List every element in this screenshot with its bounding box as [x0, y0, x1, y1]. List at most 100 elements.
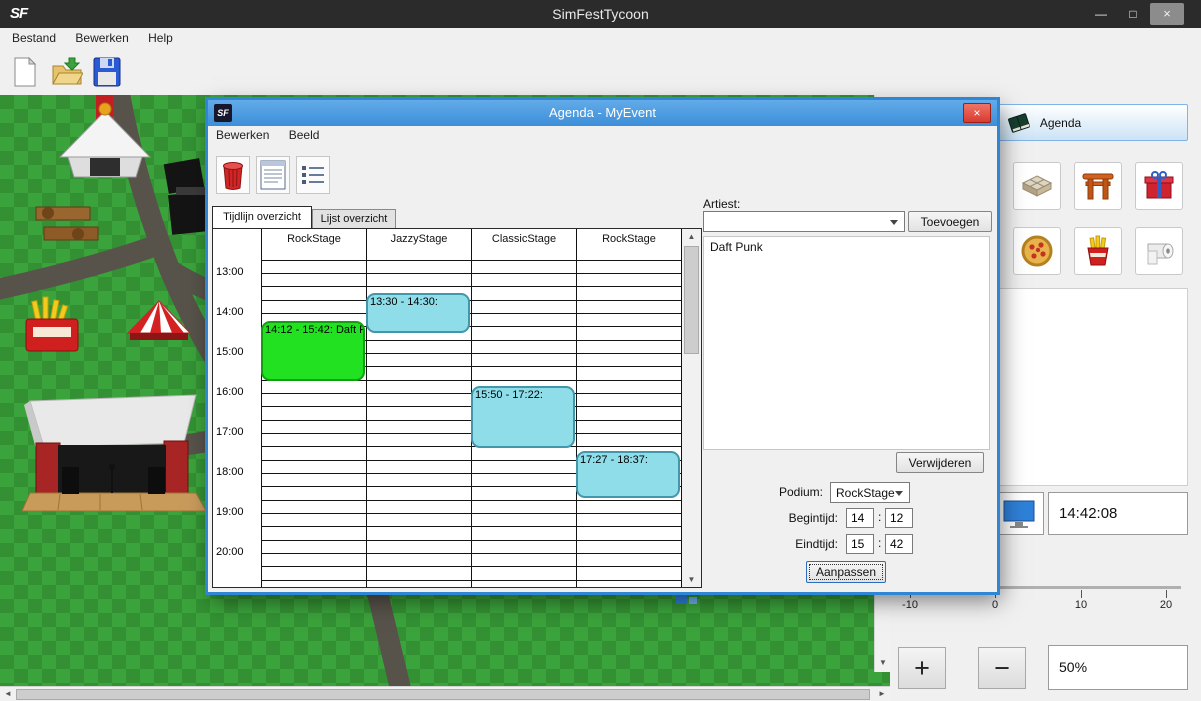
app-window: SF SimFestTycoon — □ × Bestand Bewerken …: [0, 0, 1201, 701]
time-label: 20:00: [216, 546, 260, 558]
schedule-widget: RockStage JazzyStage ClassicStage RockSt…: [212, 228, 702, 588]
scroll-up-icon[interactable]: ▲: [682, 232, 701, 241]
new-file-button[interactable]: [8, 53, 42, 91]
dialog-toolbar: [208, 146, 997, 204]
toolbar: [0, 50, 1201, 95]
floor-tiles-icon: [1020, 169, 1054, 203]
add-artist-button[interactable]: Toevoegen: [908, 211, 992, 232]
scroll-thumb[interactable]: [16, 689, 870, 700]
map-horizontal-scrollbar[interactable]: ◄ ►: [0, 686, 890, 701]
time-label: 15:00: [216, 346, 260, 358]
torii-gate-icon: [1081, 169, 1115, 203]
zoom-level-display: 50%: [1048, 645, 1188, 690]
dialog-menu-item-beeld[interactable]: Beeld: [281, 126, 328, 144]
column-divider: [576, 251, 577, 587]
delete-tool-button[interactable]: [216, 156, 250, 194]
zoom-in-button[interactable]: +: [898, 647, 946, 689]
time-label: 17:00: [216, 426, 260, 438]
app-title: SimFestTycoon: [0, 0, 1201, 28]
schedule-column-header: RockStage: [261, 229, 366, 251]
fries-icon: [1081, 234, 1115, 268]
agenda-label: Agenda: [1040, 116, 1081, 130]
artist-listbox[interactable]: Daft Punk: [703, 236, 990, 450]
menu-item-bestand[interactable]: Bestand: [4, 28, 64, 48]
item-button-pizza[interactable]: [1013, 227, 1061, 275]
new-file-icon: [12, 57, 38, 87]
schedule-event[interactable]: 14:12 - 15:42: Daft Punk: [261, 321, 365, 381]
zoom-out-button[interactable]: −: [978, 647, 1026, 689]
time-label: 14:00: [216, 306, 260, 318]
menu-item-help[interactable]: Help: [140, 28, 181, 48]
apply-button[interactable]: Aanpassen: [806, 561, 886, 583]
scroll-down-icon[interactable]: ▼: [682, 575, 701, 584]
trash-icon: [220, 159, 246, 191]
tab-lijst[interactable]: Lijst overzicht: [312, 209, 396, 228]
scroll-thumb[interactable]: [684, 246, 699, 354]
main-stage[interactable]: [22, 395, 206, 511]
podium-combobox[interactable]: RockStage: [830, 482, 910, 503]
end-minute-input[interactable]: [885, 534, 913, 554]
chevron-down-icon: [895, 491, 903, 496]
end-time-label: Eindtijd:: [756, 537, 838, 551]
timeline-view-button[interactable]: [256, 156, 290, 194]
schedule-column-header: JazzyStage: [366, 229, 471, 251]
clock-display: 14:42:08: [1048, 492, 1188, 535]
scroll-right-icon[interactable]: ►: [876, 687, 888, 701]
close-button[interactable]: ×: [1150, 3, 1184, 25]
open-folder-icon: [51, 57, 83, 87]
document-lines-icon: [260, 160, 286, 190]
open-file-button[interactable]: [48, 53, 86, 91]
monitor-box[interactable]: [994, 492, 1044, 535]
schedule-header: RockStage JazzyStage ClassicStage RockSt…: [261, 229, 681, 251]
dialog-menu-item-bewerken[interactable]: Bewerken: [208, 126, 277, 144]
slider-tick-label: 10: [1065, 599, 1097, 611]
save-icon: [93, 57, 121, 87]
begin-minute-input[interactable]: [885, 508, 913, 528]
time-colon: :: [878, 536, 881, 550]
artist-list-item[interactable]: Daft Punk: [704, 237, 989, 257]
tab-tijdlijn[interactable]: Tijdlijn overzicht: [212, 206, 312, 228]
end-hour-input[interactable]: [846, 534, 874, 554]
item-button-floor[interactable]: [1013, 162, 1061, 210]
schedule-event[interactable]: 17:27 - 18:37:: [576, 451, 680, 498]
menu-item-bewerken[interactable]: Bewerken: [67, 28, 136, 48]
agenda-book-icon: [1007, 111, 1031, 135]
schedule-column-header: ClassicStage: [471, 229, 576, 251]
list-view-button[interactable]: [296, 156, 330, 194]
dialog-menubar: Bewerken Beeld: [208, 126, 997, 146]
item-button-toilet-paper[interactable]: [1135, 227, 1183, 275]
time-label: 16:00: [216, 386, 260, 398]
slider-tick-label: 20: [1150, 599, 1182, 611]
time-colon: :: [878, 510, 881, 524]
scroll-down-icon[interactable]: ▼: [875, 656, 891, 670]
schedule-scrollbar[interactable]: ▲ ▼: [681, 229, 701, 587]
gift-icon: [1142, 169, 1176, 203]
schedule-column-header: RockStage: [576, 229, 681, 251]
maximize-button[interactable]: □: [1120, 5, 1146, 23]
minimize-button[interactable]: —: [1088, 5, 1114, 23]
begin-hour-input[interactable]: [846, 508, 874, 528]
item-button-gift[interactable]: [1135, 162, 1183, 210]
list-icon: [300, 162, 326, 188]
artist-combobox[interactable]: [703, 211, 905, 232]
dialog-titlebar[interactable]: SF Agenda - MyEvent ×: [208, 100, 997, 126]
menubar: Bestand Bewerken Help: [0, 28, 1201, 50]
schedule-event[interactable]: 13:30 - 14:30:: [366, 293, 470, 333]
scroll-left-icon[interactable]: ◄: [2, 687, 14, 701]
time-label: 13:00: [216, 266, 260, 278]
remove-artist-button[interactable]: Verwijderen: [896, 452, 984, 473]
chevron-down-icon: [890, 220, 898, 225]
agenda-dialog: SF Agenda - MyEvent × Bewerken Beeld: [208, 100, 997, 592]
dialog-close-button[interactable]: ×: [963, 103, 991, 123]
toilet-paper-icon: [1142, 234, 1176, 268]
schedule-event[interactable]: 15:50 - 17:22:: [471, 386, 575, 447]
save-button[interactable]: [90, 53, 124, 91]
slider-tick-label: -10: [894, 599, 926, 611]
app-titlebar[interactable]: SF SimFestTycoon — □ ×: [0, 0, 1201, 28]
slider-tick-label: 0: [979, 599, 1011, 611]
slider-tick: [1081, 590, 1082, 598]
schedule-body[interactable]: 14:12 - 15:42: Daft Punk13:30 - 14:30: 15…: [261, 251, 681, 587]
podium-value: RockStage: [836, 485, 895, 501]
item-button-fries[interactable]: [1074, 227, 1122, 275]
item-button-gate[interactable]: [1074, 162, 1122, 210]
